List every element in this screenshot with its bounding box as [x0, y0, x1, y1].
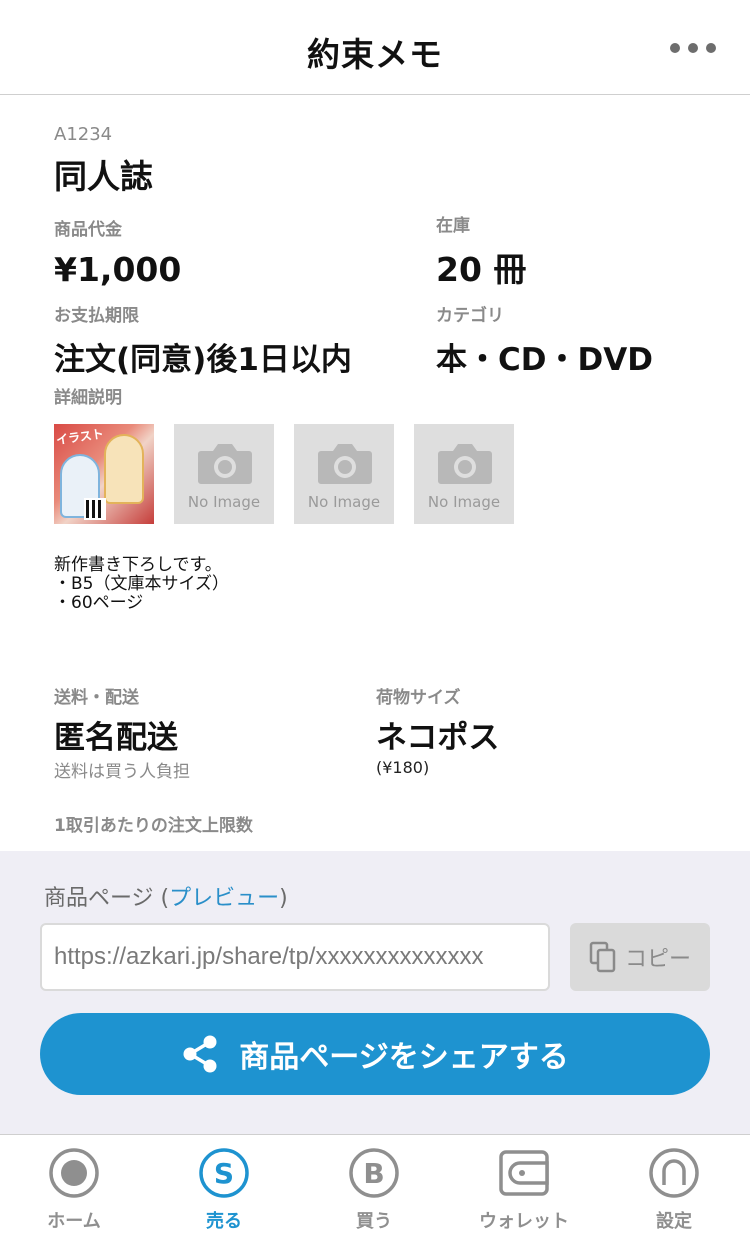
price-label: 商品代金 [54, 220, 122, 240]
app-header: 約束メモ [0, 0, 750, 95]
tab-label: ホーム [47, 1211, 101, 1232]
more-horizontal-icon [706, 43, 716, 53]
package-size-label: 荷物サイズ [376, 688, 461, 708]
copy-icon [589, 941, 616, 973]
bottom-tab-bar: ホーム S 売る B 買う ウォレット 設定 [0, 1134, 750, 1233]
share-url-field-wrapper [40, 923, 550, 991]
category-value: 本・CD・DVD [436, 342, 653, 378]
tab-label: 売る [206, 1211, 242, 1232]
more-horizontal-icon [688, 43, 698, 53]
details-label: 詳細説明 [54, 388, 122, 408]
wallet-icon [499, 1150, 549, 1196]
share-button-label: 商品ページをシェアする [239, 1040, 569, 1075]
share-icon [183, 1035, 217, 1073]
more-options-button[interactable] [670, 40, 716, 56]
copy-button[interactable]: コピー [570, 923, 710, 991]
category-label: カテゴリ [436, 306, 504, 326]
share-product-page-button[interactable]: 商品ページをシェアする [40, 1013, 710, 1095]
item-code: A1234 [54, 124, 113, 145]
product-page-label-prefix: 商品ページ ( [44, 886, 170, 911]
tab-buy[interactable]: B 買う [309, 1147, 439, 1232]
product-page-label-suffix: ) [279, 886, 288, 911]
shipping-label: 送料・配送 [54, 688, 139, 708]
camera-icon [198, 444, 252, 484]
home-icon [49, 1148, 99, 1198]
tab-home[interactable]: ホーム [9, 1147, 139, 1232]
package-size-value: ネコポス [376, 720, 500, 756]
no-image-caption: No Image [187, 493, 261, 511]
no-image-caption: No Image [427, 493, 501, 511]
image-placeholder[interactable]: No Image [414, 424, 514, 524]
shipping-note: 送料は買う人負担 [54, 762, 190, 782]
tab-wallet[interactable]: ウォレット [459, 1147, 589, 1232]
camera-icon [318, 444, 372, 484]
order-limit-label: 1取引あたりの注文上限数 [54, 816, 253, 836]
deadline-label: お支払期限 [54, 306, 139, 326]
deadline-value: 注文(同意)後1日以内 [54, 342, 352, 378]
svg-text:S: S [214, 1157, 234, 1190]
svg-text:B: B [363, 1157, 384, 1190]
tab-label: ウォレット [479, 1211, 569, 1232]
item-description: 新作書き下ろしです。 ・B5（文庫本サイズ） ・60ページ [54, 555, 229, 613]
image-placeholder[interactable]: No Image [294, 424, 394, 524]
buy-icon: B [349, 1148, 399, 1198]
no-image-caption: No Image [307, 493, 381, 511]
package-price: (¥180) [376, 758, 430, 777]
price-value: ¥1,000 [54, 250, 182, 289]
item-photo-thumbnail[interactable]: イラスト [54, 424, 154, 524]
tab-sell[interactable]: S 売る [159, 1147, 289, 1232]
stock-value: 20 冊 [436, 250, 527, 289]
illustration-figure [104, 434, 144, 504]
tab-label: 設定 [656, 1211, 692, 1232]
camera-icon [438, 444, 492, 484]
copy-label: コピー [624, 947, 691, 972]
preview-link[interactable]: プレビュー [169, 886, 279, 911]
photo-tag-text: イラスト [55, 426, 105, 448]
more-horizontal-icon [670, 43, 680, 53]
image-placeholder[interactable]: No Image [174, 424, 274, 524]
qr-code-icon [84, 498, 106, 520]
tab-settings[interactable]: 設定 [609, 1147, 739, 1232]
sell-icon: S [199, 1148, 249, 1198]
item-name: 同人誌 [54, 157, 153, 196]
share-url-field[interactable] [42, 925, 548, 989]
settings-icon [649, 1148, 699, 1198]
product-page-label: 商品ページ (プレビュー) [44, 880, 288, 912]
stock-label: 在庫 [436, 216, 470, 236]
shipping-value: 匿名配送 [54, 720, 178, 756]
tab-label: 買う [356, 1211, 392, 1232]
page-title: 約束メモ [307, 35, 443, 74]
